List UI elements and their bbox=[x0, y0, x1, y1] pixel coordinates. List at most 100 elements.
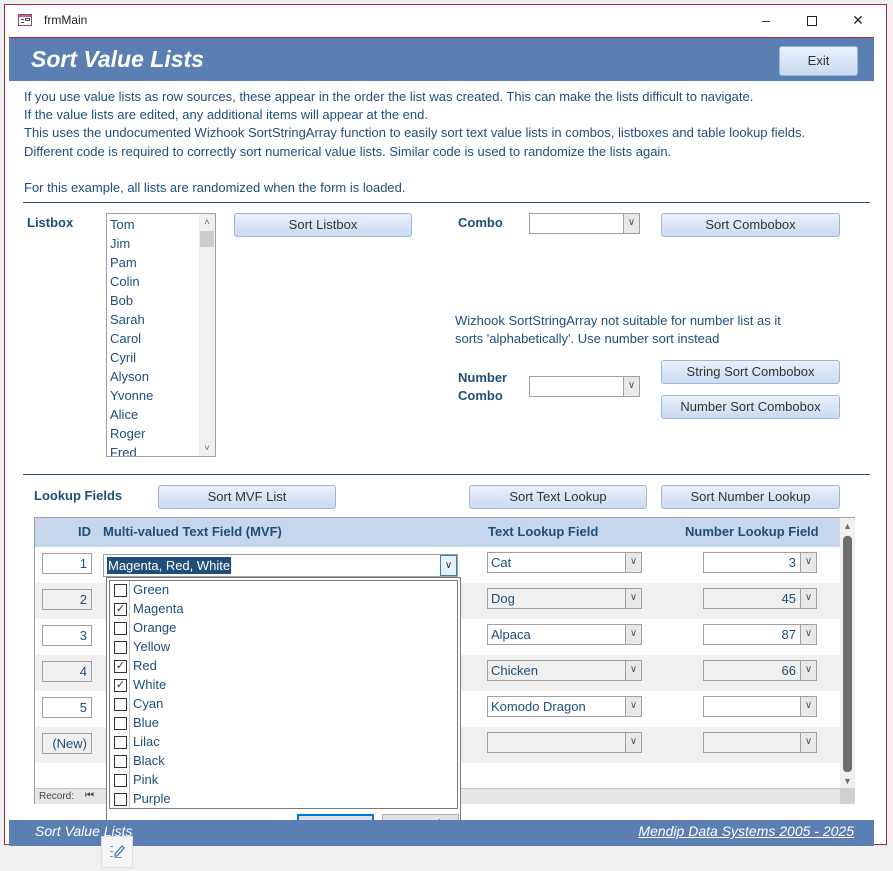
chevron-down-icon[interactable]: ∨ bbox=[625, 733, 641, 752]
chevron-down-icon[interactable]: ∨ bbox=[800, 553, 816, 572]
sort-listbox-button[interactable]: Sort Listbox bbox=[234, 213, 412, 237]
mvf-option[interactable]: Yellow bbox=[110, 638, 457, 657]
listbox-item[interactable]: Tom bbox=[110, 215, 153, 234]
listbox-item[interactable]: Alyson bbox=[110, 367, 153, 386]
chevron-down-icon[interactable]: ∨ bbox=[625, 661, 641, 680]
number-lookup-combo[interactable]: 45 ∨ bbox=[703, 588, 817, 609]
mvf-option[interactable]: ✓ Magenta bbox=[110, 600, 457, 619]
scroll-thumb[interactable] bbox=[843, 536, 852, 772]
listbox-item[interactable]: Colin bbox=[110, 272, 153, 291]
mvf-option[interactable]: Purple bbox=[110, 790, 457, 809]
mvf-option[interactable]: Blue bbox=[110, 714, 457, 733]
exit-button[interactable]: Exit bbox=[779, 46, 858, 76]
combo-box[interactable]: ∨ bbox=[529, 213, 640, 234]
mvf-field-active[interactable]: Magenta, Red, White ∨ bbox=[103, 554, 458, 577]
chevron-down-icon[interactable]: ∨ bbox=[800, 589, 816, 608]
checked-checkbox-icon[interactable]: ✓ bbox=[114, 679, 127, 692]
intro-line: Different code is required to correctly … bbox=[24, 143, 672, 159]
text-lookup-combo[interactable]: Chicken ∨ bbox=[487, 660, 642, 681]
listbox-item[interactable]: Roger bbox=[110, 424, 153, 443]
copyright-link[interactable]: Mendip Data Systems 2005 - 2025 bbox=[638, 823, 854, 839]
listbox-item[interactable]: Carol bbox=[110, 329, 153, 348]
number-lookup-combo[interactable]: 87 ∨ bbox=[703, 624, 817, 645]
number-lookup-combo[interactable]: ∨ bbox=[703, 732, 817, 753]
string-sort-combobox-button[interactable]: String Sort Combobox bbox=[661, 360, 840, 384]
listbox-item[interactable]: Bob bbox=[110, 291, 153, 310]
id-field[interactable]: 5 bbox=[42, 697, 92, 718]
checked-checkbox-icon[interactable]: ✓ bbox=[114, 603, 127, 616]
listbox-item[interactable]: Pam bbox=[110, 253, 153, 272]
scroll-up-icon[interactable]: ▲ bbox=[840, 521, 855, 531]
sort-text-lookup-button[interactable]: Sort Text Lookup bbox=[469, 485, 647, 509]
checkbox-icon[interactable] bbox=[114, 793, 127, 806]
chevron-down-icon[interactable]: ∨ bbox=[800, 625, 816, 644]
chevron-down-icon[interactable]: ∨ bbox=[800, 661, 816, 680]
checkbox-icon[interactable] bbox=[114, 736, 127, 749]
text-lookup-combo[interactable]: Dog ∨ bbox=[487, 588, 642, 609]
scroll-down-icon[interactable]: ˅ bbox=[199, 440, 215, 456]
listbox-item[interactable]: Fred bbox=[110, 443, 153, 456]
id-field[interactable]: 3 bbox=[42, 625, 92, 646]
number-lookup-combo[interactable]: 66 ∨ bbox=[703, 660, 817, 681]
text-lookup-combo[interactable]: Cat ∨ bbox=[487, 552, 642, 573]
chevron-down-icon[interactable]: ∨ bbox=[625, 697, 641, 716]
number-lookup-combo[interactable]: ∨ bbox=[703, 696, 817, 717]
number-sort-combobox-button[interactable]: Number Sort Combobox bbox=[661, 395, 840, 419]
chevron-down-icon[interactable]: ∨ bbox=[625, 589, 641, 608]
form-icon bbox=[18, 14, 32, 26]
number-combo-box[interactable]: ∨ bbox=[529, 376, 640, 397]
checkbox-icon[interactable] bbox=[114, 698, 127, 711]
subform-scrollbar[interactable]: ▲ ▼ bbox=[840, 518, 855, 788]
listbox-scrollbar[interactable]: ˄ ˅ bbox=[199, 214, 215, 456]
mvf-option[interactable]: Green bbox=[110, 581, 457, 600]
minimize-button[interactable]: – bbox=[743, 5, 789, 36]
sort-mvf-button[interactable]: Sort MVF List bbox=[158, 485, 336, 509]
mvf-option[interactable]: Orange bbox=[110, 619, 457, 638]
mvf-option[interactable]: ✓ Red bbox=[110, 657, 457, 676]
scroll-thumb[interactable] bbox=[200, 231, 214, 247]
mvf-option[interactable]: Black bbox=[110, 752, 457, 771]
scroll-up-icon[interactable]: ˄ bbox=[199, 214, 215, 230]
checkbox-icon[interactable] bbox=[114, 622, 127, 635]
chevron-down-icon[interactable]: ∨ bbox=[800, 733, 816, 752]
id-field[interactable]: (New) bbox=[42, 733, 92, 754]
id-field[interactable]: 2 bbox=[42, 589, 92, 610]
listbox-item[interactable]: Alice bbox=[110, 405, 153, 424]
intro-line: If you use value lists as row sources, t… bbox=[24, 89, 754, 104]
chevron-down-icon[interactable]: ∨ bbox=[440, 555, 457, 576]
checked-checkbox-icon[interactable]: ✓ bbox=[114, 660, 127, 673]
listbox-item[interactable]: Jim bbox=[110, 234, 153, 253]
id-field[interactable]: 1 bbox=[42, 553, 92, 574]
checkbox-icon[interactable] bbox=[114, 641, 127, 654]
number-lookup-combo[interactable]: 3 ∨ bbox=[703, 552, 817, 573]
checkbox-icon[interactable] bbox=[114, 774, 127, 787]
first-record-icon[interactable]: ⏮ bbox=[85, 790, 94, 801]
sort-number-lookup-button[interactable]: Sort Number Lookup bbox=[661, 485, 840, 509]
text-lookup-combo[interactable]: ∨ bbox=[487, 732, 642, 753]
checkbox-icon[interactable] bbox=[114, 584, 127, 597]
names-listbox[interactable]: Tom Jim Pam Colin Bob Sarah Carol Cyril Alyson Yv… bbox=[106, 213, 216, 457]
edit-list-items-button[interactable] bbox=[101, 836, 133, 868]
chevron-down-icon[interactable]: ∨ bbox=[625, 553, 641, 572]
scroll-down-icon[interactable]: ▼ bbox=[840, 776, 855, 786]
mvf-option[interactable]: ✓ White bbox=[110, 676, 457, 695]
listbox-item[interactable]: Sarah bbox=[110, 310, 153, 329]
chevron-down-icon[interactable]: ∨ bbox=[623, 377, 639, 396]
listbox-item[interactable]: Yvonne bbox=[110, 386, 153, 405]
text-lookup-combo[interactable]: Alpaca ∨ bbox=[487, 624, 642, 645]
mvf-option[interactable]: Lilac bbox=[110, 733, 457, 752]
listbox-item[interactable]: Cyril bbox=[110, 348, 153, 367]
checkbox-icon[interactable] bbox=[114, 755, 127, 768]
sort-combobox-button[interactable]: Sort Combobox bbox=[661, 213, 840, 237]
chevron-down-icon[interactable]: ∨ bbox=[800, 697, 816, 716]
column-header-text: Text Lookup Field bbox=[488, 524, 599, 539]
text-lookup-combo[interactable]: Komodo Dragon ∨ bbox=[487, 696, 642, 717]
mvf-option[interactable]: Cyan bbox=[110, 695, 457, 714]
mvf-option[interactable]: Pink bbox=[110, 771, 457, 790]
close-button[interactable]: ✕ bbox=[835, 5, 881, 36]
id-field[interactable]: 4 bbox=[42, 661, 92, 682]
maximize-button[interactable] bbox=[789, 5, 835, 36]
chevron-down-icon[interactable]: ∨ bbox=[623, 214, 639, 233]
checkbox-icon[interactable] bbox=[114, 717, 127, 730]
chevron-down-icon[interactable]: ∨ bbox=[625, 625, 641, 644]
